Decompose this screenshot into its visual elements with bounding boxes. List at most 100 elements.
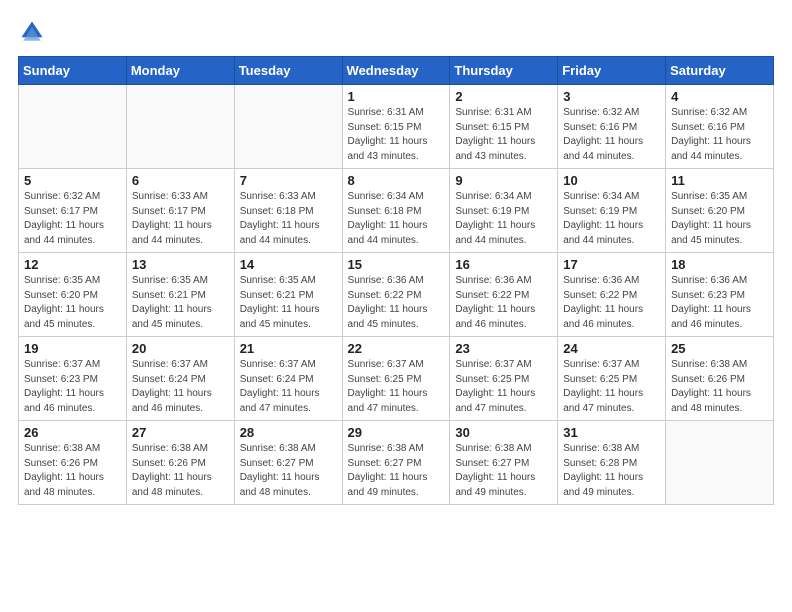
calendar-cell: 10 Sunrise: 6:34 AM Sunset: 6:19 PM Dayli… [558, 169, 666, 253]
day-info: Sunrise: 6:37 AM Sunset: 6:24 PM Dayligh… [132, 358, 229, 416]
day-info: Sunrise: 6:36 AM Sunset: 6:23 PM Dayligh… [671, 274, 768, 332]
week-row-2: 12Sunrise: 6:35 AM Sunset: 6:20 PM Dayli… [19, 253, 774, 337]
day-info: Sunrise: 6:38 AM Sunset: 6:26 PM Dayligh… [671, 358, 768, 416]
calendar-cell: 8 Sunrise: 6:34 AM Sunset: 6:18 PM Daylig… [342, 169, 450, 253]
day-info: Sunrise: 6:36 AM Sunset: 6:22 PM Dayligh… [563, 274, 660, 332]
calendar-cell: 9Sunrise: 6:34 AM Sunset: 6:19 PM Daylig… [450, 169, 558, 253]
day-info: Sunrise: 6:34 AM Sunset: 6:19 PM Dayligh… [455, 190, 552, 248]
calendar-cell: 16 Sunrise: 6:36 AM Sunset: 6:22 PM Dayli… [450, 253, 558, 337]
calendar-cell: 12Sunrise: 6:35 AM Sunset: 6:20 PM Dayli… [19, 253, 127, 337]
day-info: Sunrise: 6:38 AM Sunset: 6:27 PM Dayligh… [455, 442, 552, 500]
day-number: 15 [348, 257, 445, 272]
day-info: Sunrise: 6:38 AM Sunset: 6:28 PM Dayligh… [563, 442, 660, 500]
day-number: 30 [455, 425, 552, 440]
day-info: Sunrise: 6:37 AM Sunset: 6:25 PM Dayligh… [348, 358, 445, 416]
day-header-sunday: Sunday [19, 57, 127, 85]
day-info: Sunrise: 6:34 AM Sunset: 6:19 PM Dayligh… [563, 190, 660, 248]
calendar-cell: 7 Sunrise: 6:33 AM Sunset: 6:18 PM Daylig… [234, 169, 342, 253]
header [18, 18, 774, 46]
day-number: 10 [563, 173, 660, 188]
day-info: Sunrise: 6:32 AM Sunset: 6:16 PM Dayligh… [563, 106, 660, 164]
calendar-cell: 20 Sunrise: 6:37 AM Sunset: 6:24 PM Dayli… [126, 337, 234, 421]
day-number: 3 [563, 89, 660, 104]
logo [18, 18, 51, 46]
day-info: Sunrise: 6:36 AM Sunset: 6:22 PM Dayligh… [455, 274, 552, 332]
page: SundayMondayTuesdayWednesdayThursdayFrid… [0, 0, 792, 612]
day-header-monday: Monday [126, 57, 234, 85]
calendar-cell: 2 Sunrise: 6:31 AM Sunset: 6:15 PM Daylig… [450, 85, 558, 169]
day-info: Sunrise: 6:32 AM Sunset: 6:16 PM Dayligh… [671, 106, 768, 164]
day-info: Sunrise: 6:35 AM Sunset: 6:21 PM Dayligh… [132, 274, 229, 332]
calendar-cell: 17 Sunrise: 6:36 AM Sunset: 6:22 PM Dayli… [558, 253, 666, 337]
day-info: Sunrise: 6:37 AM Sunset: 6:25 PM Dayligh… [455, 358, 552, 416]
calendar-cell: 24Sunrise: 6:37 AM Sunset: 6:25 PM Dayli… [558, 337, 666, 421]
calendar-cell: 6Sunrise: 6:33 AM Sunset: 6:17 PM Daylig… [126, 169, 234, 253]
day-number: 16 [455, 257, 552, 272]
day-info: Sunrise: 6:33 AM Sunset: 6:18 PM Dayligh… [240, 190, 337, 248]
calendar-cell [666, 421, 774, 505]
day-info: Sunrise: 6:36 AM Sunset: 6:22 PM Dayligh… [348, 274, 445, 332]
day-number: 24 [563, 341, 660, 356]
day-info: Sunrise: 6:32 AM Sunset: 6:17 PM Dayligh… [24, 190, 121, 248]
day-number: 26 [24, 425, 121, 440]
day-number: 22 [348, 341, 445, 356]
week-row-3: 19 Sunrise: 6:37 AM Sunset: 6:23 PM Dayli… [19, 337, 774, 421]
calendar-cell [19, 85, 127, 169]
calendar-cell [234, 85, 342, 169]
day-number: 2 [455, 89, 552, 104]
day-info: Sunrise: 6:34 AM Sunset: 6:18 PM Dayligh… [348, 190, 445, 248]
calendar-cell: 22 Sunrise: 6:37 AM Sunset: 6:25 PM Dayli… [342, 337, 450, 421]
calendar-cell: 4 Sunrise: 6:32 AM Sunset: 6:16 PM Daylig… [666, 85, 774, 169]
day-number: 5 [24, 173, 121, 188]
day-info: Sunrise: 6:31 AM Sunset: 6:15 PM Dayligh… [348, 106, 445, 164]
calendar-table: SundayMondayTuesdayWednesdayThursdayFrid… [18, 56, 774, 505]
calendar-cell: 26Sunrise: 6:38 AM Sunset: 6:26 PM Dayli… [19, 421, 127, 505]
day-number: 11 [671, 173, 768, 188]
day-number: 13 [132, 257, 229, 272]
calendar-cell: 28 Sunrise: 6:38 AM Sunset: 6:27 PM Dayli… [234, 421, 342, 505]
week-row-1: 5 Sunrise: 6:32 AM Sunset: 6:17 PM Daylig… [19, 169, 774, 253]
day-number: 28 [240, 425, 337, 440]
calendar-cell: 21 Sunrise: 6:37 AM Sunset: 6:24 PM Dayli… [234, 337, 342, 421]
calendar-cell: 29 Sunrise: 6:38 AM Sunset: 6:27 PM Dayli… [342, 421, 450, 505]
calendar-cell: 13 Sunrise: 6:35 AM Sunset: 6:21 PM Dayli… [126, 253, 234, 337]
day-info: Sunrise: 6:38 AM Sunset: 6:27 PM Dayligh… [348, 442, 445, 500]
calendar-cell: 30 Sunrise: 6:38 AM Sunset: 6:27 PM Dayli… [450, 421, 558, 505]
logo-icon [18, 18, 46, 46]
calendar-cell: 25 Sunrise: 6:38 AM Sunset: 6:26 PM Dayli… [666, 337, 774, 421]
calendar-cell: 14 Sunrise: 6:35 AM Sunset: 6:21 PM Dayli… [234, 253, 342, 337]
day-number: 27 [132, 425, 229, 440]
day-number: 19 [24, 341, 121, 356]
day-number: 7 [240, 173, 337, 188]
calendar-cell: 1Sunrise: 6:31 AM Sunset: 6:15 PM Daylig… [342, 85, 450, 169]
day-number: 14 [240, 257, 337, 272]
day-info: Sunrise: 6:35 AM Sunset: 6:20 PM Dayligh… [24, 274, 121, 332]
calendar-cell: 3 Sunrise: 6:32 AM Sunset: 6:16 PM Daylig… [558, 85, 666, 169]
day-number: 29 [348, 425, 445, 440]
day-info: Sunrise: 6:38 AM Sunset: 6:26 PM Dayligh… [132, 442, 229, 500]
day-info: Sunrise: 6:38 AM Sunset: 6:27 PM Dayligh… [240, 442, 337, 500]
day-number: 20 [132, 341, 229, 356]
day-header-thursday: Thursday [450, 57, 558, 85]
day-number: 8 [348, 173, 445, 188]
day-info: Sunrise: 6:35 AM Sunset: 6:20 PM Dayligh… [671, 190, 768, 248]
day-number: 25 [671, 341, 768, 356]
day-info: Sunrise: 6:31 AM Sunset: 6:15 PM Dayligh… [455, 106, 552, 164]
calendar-body: 1Sunrise: 6:31 AM Sunset: 6:15 PM Daylig… [19, 85, 774, 505]
day-info: Sunrise: 6:37 AM Sunset: 6:23 PM Dayligh… [24, 358, 121, 416]
day-number: 17 [563, 257, 660, 272]
week-row-4: 26 Sunrise: 6:38 AM Sunset: 6:26 PM Dayli… [19, 421, 774, 505]
calendar-cell: 23Sunrise: 6:37 AM Sunset: 6:25 PM Dayli… [450, 337, 558, 421]
calendar-cell: 5 Sunrise: 6:32 AM Sunset: 6:17 PM Daylig… [19, 169, 127, 253]
calendar-cell: 27 Sunrise: 6:38 AM Sunset: 6:26 PM Dayli… [126, 421, 234, 505]
day-info: Sunrise: 6:37 AM Sunset: 6:24 PM Dayligh… [240, 358, 337, 416]
calendar-cell [126, 85, 234, 169]
calendar-cell: 15 Sunrise: 6:36 AM Sunset: 6:22 PM Dayli… [342, 253, 450, 337]
day-number: 4 [671, 89, 768, 104]
calendar-cell: 31Sunrise: 6:38 AM Sunset: 6:28 PM Dayli… [558, 421, 666, 505]
day-number: 18 [671, 257, 768, 272]
week-row-0: 1Sunrise: 6:31 AM Sunset: 6:15 PM Daylig… [19, 85, 774, 169]
day-number: 21 [240, 341, 337, 356]
day-info: Sunrise: 6:35 AM Sunset: 6:21 PM Dayligh… [240, 274, 337, 332]
calendar-cell: 19 Sunrise: 6:37 AM Sunset: 6:23 PM Dayli… [19, 337, 127, 421]
